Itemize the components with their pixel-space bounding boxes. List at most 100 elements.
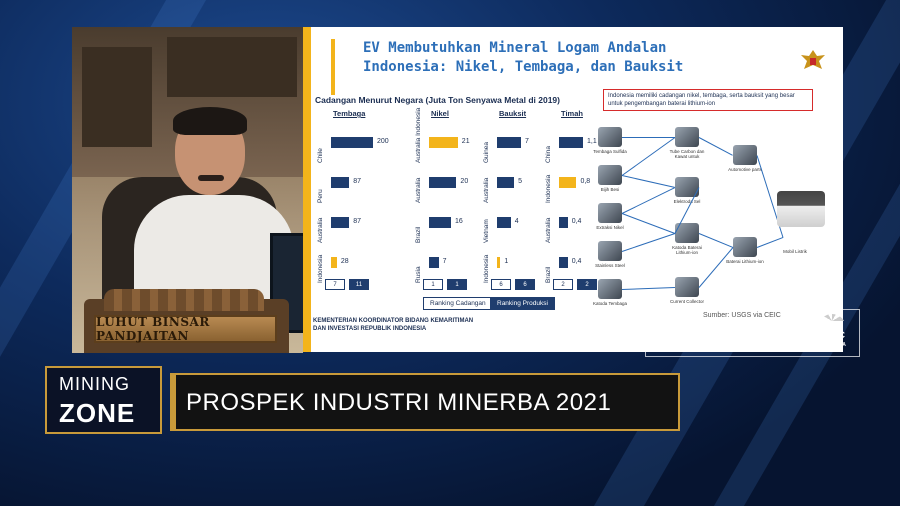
bar-value-label: 0,8 bbox=[580, 178, 591, 185]
bar bbox=[559, 217, 568, 228]
headline-text: PROSPEK INDUSTRI MINERBA 2021 bbox=[186, 389, 612, 416]
category-label: Brazil bbox=[415, 226, 422, 243]
category-label: China bbox=[545, 146, 552, 163]
garuda-emblem-icon bbox=[801, 50, 825, 69]
bar bbox=[429, 257, 439, 268]
bar bbox=[559, 137, 583, 148]
flow-connector bbox=[622, 137, 675, 138]
bar bbox=[429, 137, 458, 148]
chart-title: Nikel bbox=[431, 109, 449, 118]
note-box: Indonesia memiliki cadangan nikel, temba… bbox=[603, 89, 813, 111]
production-rank-box: 6 bbox=[515, 279, 535, 290]
category-label: Indonesia bbox=[545, 174, 552, 203]
bar-value-label: 21 bbox=[461, 138, 470, 145]
category-label: Indonesia bbox=[483, 254, 490, 283]
bar-value-label: 0,4 bbox=[571, 258, 582, 265]
ministry-line-1: KEMENTERIAN KOORDINATOR BIDANG KEMARITIM… bbox=[313, 318, 474, 324]
bar-value-label: 28 bbox=[340, 258, 349, 265]
peacock-icon bbox=[818, 314, 846, 328]
ministry-footer: KEMENTERIAN KOORDINATOR BIDANG KEMARITIM… bbox=[313, 317, 553, 333]
bar bbox=[429, 217, 451, 228]
bar bbox=[429, 177, 457, 188]
flow-connector bbox=[621, 287, 676, 290]
category-label: Guinea bbox=[483, 142, 490, 163]
flow-node-label: Mobil Listrik bbox=[783, 249, 807, 254]
headline-bar: PROSPEK INDUSTRI MINERBA 2021 bbox=[170, 373, 680, 431]
production-rank-box: 1 bbox=[447, 279, 467, 290]
flow-connector bbox=[621, 175, 676, 188]
flow-node-image bbox=[598, 241, 622, 261]
bar-value-label: 0,4 bbox=[571, 218, 582, 225]
flow-node-image bbox=[733, 145, 757, 165]
slide-accent-bar bbox=[303, 27, 311, 352]
bar-value-label: 7 bbox=[525, 138, 529, 145]
slide-title-line-1: EV Membutuhkan Mineral Logam Andalan bbox=[363, 40, 667, 56]
segment-logo-bottom: ZONE bbox=[59, 398, 136, 428]
flow-node-label: Stainless Steel bbox=[595, 263, 625, 268]
cnbc-brand-sub: INDONESIA bbox=[818, 342, 846, 348]
presenter-hair bbox=[173, 107, 247, 135]
segment-logo: MINING ZONE bbox=[45, 366, 162, 434]
bar-value-label: 87 bbox=[353, 178, 362, 185]
flow-connector bbox=[756, 237, 784, 248]
reserve-rank-box: 7 bbox=[325, 279, 345, 290]
category-label: Rusia bbox=[415, 266, 422, 283]
reserve-rank-box: 6 bbox=[491, 279, 511, 290]
flow-node-label: Katoda Tembaga bbox=[593, 301, 627, 306]
bar bbox=[331, 257, 337, 268]
electric-car-image bbox=[777, 191, 825, 227]
flow-node-image bbox=[675, 277, 699, 297]
nameplate: LUHUT BINSAR PANDJAITAN bbox=[94, 315, 277, 343]
flow-node-label: Elektroda Sel bbox=[673, 199, 701, 204]
bookshelf bbox=[82, 47, 152, 147]
flow-node-image bbox=[598, 203, 622, 223]
cnbc-brand: CNBC bbox=[819, 330, 845, 340]
chart-tembaga: Tembaga Chile 200 Peru 87 Australia 87 Indonesi… bbox=[315, 109, 389, 297]
flow-node-label: Bijih Besi bbox=[600, 187, 620, 192]
category-label: Australia bbox=[415, 177, 422, 203]
bar-value-label: 16 bbox=[454, 218, 463, 225]
flow-node-label: Tube Carbon dan Kawat untuk bbox=[669, 149, 705, 159]
chart-title: Bauksit bbox=[499, 109, 527, 118]
bar bbox=[331, 217, 350, 228]
flow-node-label: Tembaga Sulfida bbox=[593, 149, 627, 154]
category-label: Australia bbox=[483, 177, 490, 203]
presenter-mustache bbox=[198, 175, 224, 181]
bar-value-label: 200 bbox=[377, 138, 389, 145]
segment-logo-top: MINING bbox=[59, 374, 130, 394]
legend-reserve-ranking: Ranking Cadangan bbox=[423, 297, 493, 310]
category-label: Australia bbox=[317, 217, 324, 243]
bar bbox=[497, 137, 521, 148]
category-label: Vietnam bbox=[483, 219, 490, 243]
bar bbox=[331, 177, 350, 188]
bar bbox=[559, 257, 568, 268]
flow-connector bbox=[621, 213, 676, 234]
category-label: Chile bbox=[317, 148, 324, 163]
bar-value-label: 87 bbox=[353, 218, 362, 225]
chart-bauksit: Bauksit Guinea 7 Australia 5 Vietnam 4 Indonesi… bbox=[481, 109, 539, 297]
category-label: Australia Indonesia bbox=[415, 107, 422, 163]
chart-title: Timah bbox=[561, 109, 583, 118]
bar-value-label: 5 bbox=[518, 178, 523, 185]
flow-node-image bbox=[598, 279, 622, 299]
production-rank-box: 11 bbox=[349, 279, 369, 290]
presenter-video: LUHUT BINSAR PANDJAITAN bbox=[72, 27, 303, 353]
chart-caption: Cadangan Menurut Negara (Juta Ton Senyaw… bbox=[315, 95, 560, 105]
category-label: Indonesia bbox=[317, 254, 324, 283]
flow-node-label: Current Collector bbox=[669, 299, 704, 304]
bar-value-label: 4 bbox=[514, 218, 519, 225]
production-rank-box: 2 bbox=[577, 279, 597, 290]
bookshelf bbox=[167, 37, 297, 97]
bar bbox=[497, 177, 515, 188]
presentation-slide: EV Membutuhkan Mineral Logam Andalan Ind… bbox=[303, 27, 843, 352]
flow-node-label: Baterai Lithium-ion bbox=[726, 259, 764, 264]
bar-value-label: 1,1 bbox=[587, 138, 597, 145]
cnbc-logo: CNBC INDONESIA bbox=[808, 312, 856, 352]
bar bbox=[497, 217, 511, 228]
flow-node-image bbox=[733, 237, 757, 257]
flow-node-label: Extraksi Nikel bbox=[596, 225, 624, 230]
reserve-rank-box: 2 bbox=[553, 279, 573, 290]
ministry-line-2: DAN INVESTASI REPUBLIK INDONESIA bbox=[313, 326, 427, 332]
bar-value-label: 1 bbox=[504, 258, 509, 265]
bar bbox=[559, 177, 577, 188]
